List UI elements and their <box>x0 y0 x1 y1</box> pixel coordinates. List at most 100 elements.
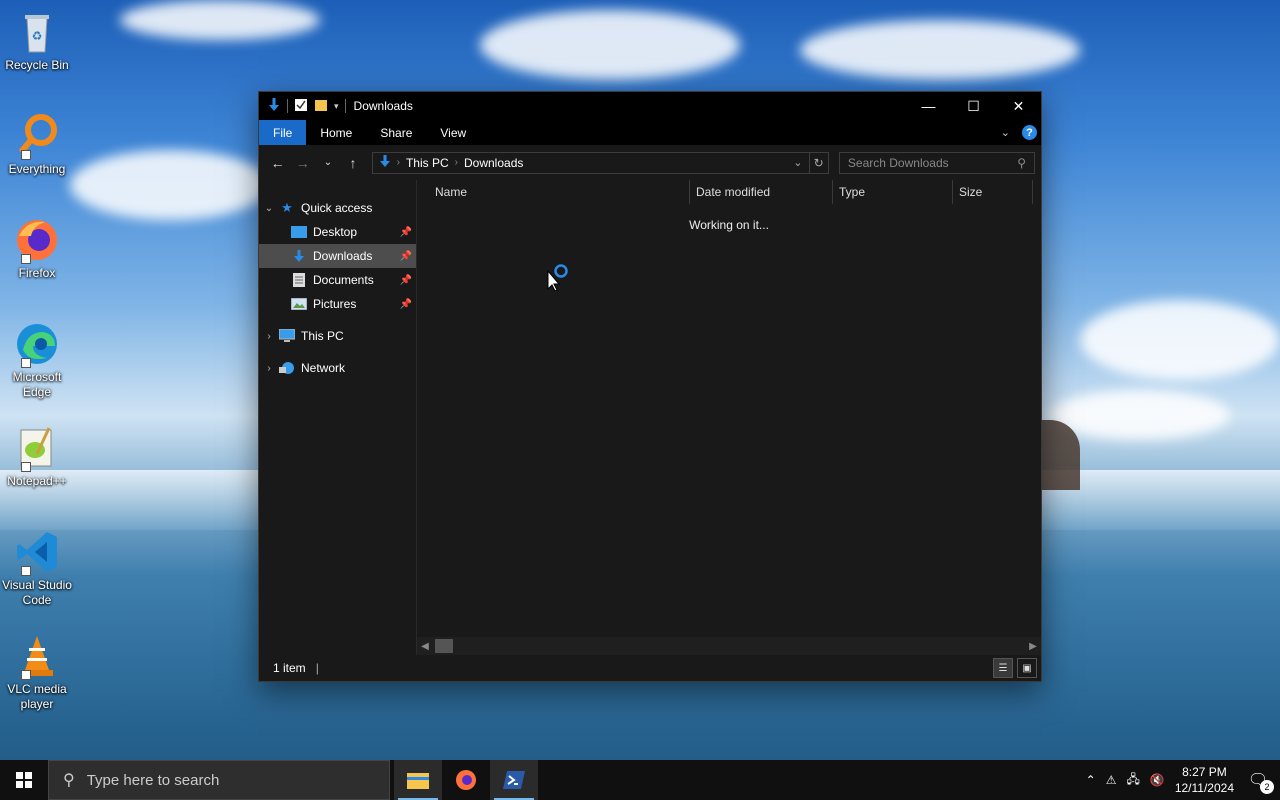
nav-item-desktop[interactable]: Desktop 📌 <box>259 220 416 244</box>
recent-locations-button[interactable]: ⌄ <box>315 157 340 168</box>
column-size[interactable]: Size <box>953 180 1033 204</box>
nav-label: Pictures <box>313 297 357 311</box>
security-icon[interactable]: ⚠ <box>1106 773 1117 787</box>
help-icon[interactable]: ? <box>1022 125 1037 140</box>
address-history-chevron-icon[interactable]: ⌄ <box>793 156 802 169</box>
nav-label: Desktop <box>313 225 358 239</box>
up-button[interactable]: ↑ <box>340 155 365 171</box>
minimize-button[interactable]: — <box>906 92 951 120</box>
notepadpp-icon <box>13 424 61 472</box>
pictures-icon <box>291 297 307 311</box>
large-icons-view-button[interactable]: ▣ <box>1017 658 1037 678</box>
chevron-right-icon[interactable]: › <box>455 157 458 168</box>
desktop-icon-notepadpp[interactable]: Notepad++ <box>0 424 74 489</box>
breadcrumb-downloads[interactable]: Downloads <box>464 156 523 170</box>
downloads-arrow-icon <box>379 154 391 171</box>
status-divider: | <box>315 661 319 675</box>
svg-text:♻: ♻ <box>32 29 43 43</box>
column-type[interactable]: Type <box>833 180 953 204</box>
loading-text: Working on it... <box>689 218 769 232</box>
volume-muted-icon[interactable]: 🔇 <box>1150 773 1165 787</box>
refresh-button[interactable]: ↻ <box>809 151 829 174</box>
search-icon: ⚲ <box>63 772 75 789</box>
tab-view[interactable]: View <box>426 120 480 145</box>
forward-button[interactable]: → <box>290 155 315 171</box>
taskbar-search-box[interactable]: ⚲ Type here to search <box>48 760 390 800</box>
network-tray-icon[interactable]: 🖧 <box>1126 770 1139 791</box>
system-tray: ⌃ ⚠ 🖧 🔇 8:27 PM 12/11/2024 🗨 2 <box>1086 764 1280 796</box>
column-date-modified[interactable]: Date modified <box>689 180 833 204</box>
nav-network[interactable]: › Network <box>259 356 416 380</box>
nav-label: Quick access <box>301 201 373 215</box>
scroll-left-icon[interactable]: ◀ <box>417 641 433 652</box>
nav-item-documents[interactable]: Documents 📌 <box>259 268 416 292</box>
clock-date: 12/11/2024 <box>1174 781 1234 795</box>
search-input[interactable]: Search Downloads ⚲ <box>838 151 1035 174</box>
details-view-button[interactable]: ☰ <box>993 658 1013 678</box>
show-hidden-icons-chevron-icon[interactable]: ⌃ <box>1086 773 1096 787</box>
taskbar-powershell[interactable] <box>490 760 538 800</box>
nav-item-pictures[interactable]: Pictures 📌 <box>259 292 416 316</box>
document-icon <box>291 273 307 287</box>
pin-icon[interactable]: 📌 <box>400 275 412 286</box>
nav-this-pc[interactable]: › This PC <box>259 324 416 348</box>
desktop-icon-vscode[interactable]: Visual Studio Code <box>0 528 74 608</box>
tab-file[interactable]: File <box>259 120 307 145</box>
firefox-icon <box>13 216 61 264</box>
desktop-icon-vlc[interactable]: VLC media player <box>0 632 74 712</box>
new-folder-icon[interactable] <box>314 98 328 115</box>
desktop-icon-label: Everything <box>8 162 66 176</box>
file-explorer-window: ▾ Downloads — ☐ ✕ File Home Share View ⌄… <box>258 91 1042 682</box>
desktop-icon-label: VLC media player <box>7 682 67 711</box>
maximize-button[interactable]: ☐ <box>951 92 996 120</box>
file-explorer-icon <box>407 773 429 789</box>
nav-quick-access[interactable]: ⌄ ★ Quick access <box>259 196 416 220</box>
nav-label: This PC <box>301 329 344 343</box>
taskbar-firefox[interactable] <box>442 760 490 800</box>
nav-item-downloads[interactable]: Downloads 📌 <box>259 244 416 268</box>
back-button[interactable]: ← <box>265 155 290 171</box>
taskbar-file-explorer[interactable] <box>394 760 442 800</box>
edge-icon <box>13 320 61 368</box>
vlc-icon <box>13 632 61 680</box>
pin-icon[interactable]: 📌 <box>400 227 412 238</box>
desktop-icon-recycle-bin[interactable]: ♻ Recycle Bin <box>0 8 74 73</box>
chevron-right-icon[interactable]: › <box>397 157 400 168</box>
title-bar[interactable]: ▾ Downloads — ☐ ✕ <box>259 92 1041 120</box>
pin-icon[interactable]: 📌 <box>400 299 412 310</box>
expand-chevron-icon[interactable]: › <box>259 363 279 374</box>
clock[interactable]: 8:27 PM 12/11/2024 <box>1175 764 1234 796</box>
properties-icon[interactable] <box>294 98 308 115</box>
computer-icon <box>279 329 295 343</box>
breadcrumb-this-pc[interactable]: This PC <box>406 156 449 170</box>
tab-home[interactable]: Home <box>306 120 366 145</box>
customize-toolbar-icon[interactable]: ▾ <box>334 101 339 112</box>
item-count: 1 item <box>273 661 306 675</box>
expand-chevron-icon[interactable]: › <box>259 331 279 342</box>
scrollbar-thumb[interactable] <box>435 639 453 653</box>
desktop-icon-edge[interactable]: Microsoft Edge <box>0 320 74 400</box>
tab-share[interactable]: Share <box>366 120 426 145</box>
file-list[interactable]: Name Date modified Type Size Working on … <box>417 180 1041 655</box>
scroll-right-icon[interactable]: ▶ <box>1025 641 1041 652</box>
pin-icon[interactable]: 📌 <box>400 251 412 262</box>
desktop-icon-everything[interactable]: Everything <box>0 112 74 177</box>
windows-logo-icon <box>16 772 32 788</box>
downloads-arrow-icon <box>291 249 307 263</box>
action-center-button[interactable]: 🗨 2 <box>1244 770 1274 794</box>
close-button[interactable]: ✕ <box>996 92 1041 120</box>
search-icon: ⚲ <box>1017 155 1026 170</box>
desktop-icon-label: Notepad++ <box>7 474 67 488</box>
column-name[interactable]: Name <box>417 180 689 204</box>
desktop-icon-firefox[interactable]: Firefox <box>0 216 74 281</box>
horizontal-scrollbar[interactable]: ◀ ▶ <box>417 637 1041 655</box>
network-icon <box>279 361 295 375</box>
address-bar[interactable]: › This PC › Downloads ⌄ <box>371 151 810 174</box>
collapse-chevron-icon[interactable]: ⌄ <box>259 203 279 214</box>
nav-label: Downloads <box>313 249 373 263</box>
desktop-folder-icon <box>291 225 307 239</box>
expand-ribbon-icon[interactable]: ⌄ <box>1001 126 1010 139</box>
everything-search-icon <box>13 112 61 160</box>
navigation-pane: ⌄ ★ Quick access Desktop 📌 Downloads 📌 D… <box>259 180 417 655</box>
start-button[interactable] <box>0 760 48 800</box>
